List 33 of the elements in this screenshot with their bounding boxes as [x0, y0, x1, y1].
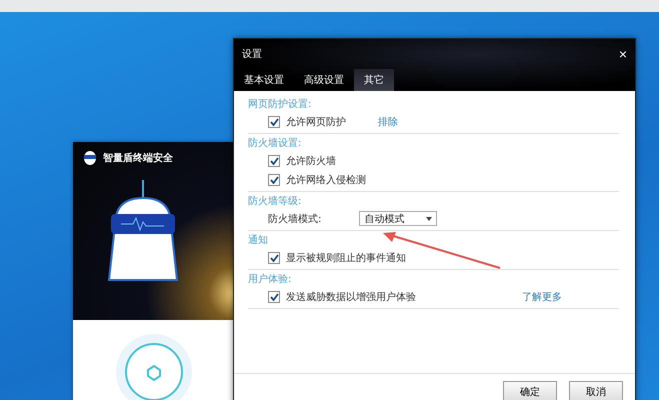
check-icon [270, 118, 278, 126]
checkbox-label: 允许网页防护 [286, 116, 346, 128]
check-icon [270, 176, 278, 184]
checkbox[interactable] [268, 116, 280, 128]
tab[interactable]: 基本设置 [234, 69, 294, 91]
checkbox-label: 发送威胁数据以增强用户体验 [286, 290, 416, 304]
app-title: 智量盾终端安全 [103, 151, 173, 165]
check-icon [270, 254, 278, 262]
checkbox-label: 允许防火墙 [286, 154, 336, 168]
tab[interactable]: 高级设置 [294, 69, 354, 91]
link[interactable]: 了解更多 [522, 290, 562, 304]
check-icon [270, 292, 278, 300]
check-icon [270, 156, 278, 164]
caret-icon [426, 216, 432, 220]
section-heading: 用户体验: [248, 273, 292, 287]
tab[interactable]: 其它 [354, 69, 394, 91]
close-button[interactable]: × [618, 47, 627, 61]
checkbox[interactable] [268, 154, 280, 166]
mode-dropdown[interactable]: 自动模式 [359, 211, 438, 226]
dialog-title: 设置 [242, 48, 262, 61]
checkbox[interactable] [268, 174, 280, 186]
checkbox[interactable] [268, 252, 280, 264]
field-label: 防火墙模式: [268, 212, 322, 226]
dialog-button[interactable]: 确定 [503, 381, 557, 400]
checkbox[interactable] [268, 290, 280, 302]
dialog-button[interactable]: 取消 [569, 381, 623, 400]
section-heading: 网页防护设置: [248, 98, 312, 112]
section-heading: 防火墙设置: [248, 137, 302, 151]
section-heading: 通知 [248, 234, 269, 248]
checkbox-label: 显示被规则阻止的事件通知 [286, 252, 406, 264]
section-heading: 防火墙等级: [248, 195, 302, 209]
checkbox-label: 允许网络入侵检测 [286, 174, 366, 186]
link[interactable]: 排除 [378, 114, 398, 128]
